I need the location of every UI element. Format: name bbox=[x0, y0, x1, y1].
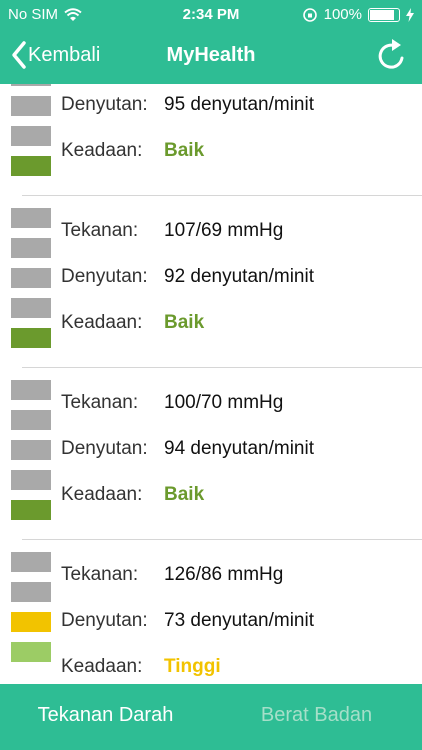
battery-icon bbox=[368, 7, 400, 22]
status-bars bbox=[11, 380, 51, 530]
level-bar bbox=[11, 500, 51, 520]
records-list[interactable]: Tekanan:100/73 mmHgDenyutan:95 denyutan/… bbox=[0, 84, 422, 684]
records-scroll: Tekanan:100/73 mmHgDenyutan:95 denyutan/… bbox=[0, 84, 422, 684]
level-bar bbox=[11, 238, 51, 258]
level-bar bbox=[11, 552, 51, 572]
level-bar bbox=[11, 642, 51, 662]
state-value: Baik bbox=[164, 140, 205, 161]
level-bar bbox=[11, 328, 51, 348]
state-row: Keadaan: Baik bbox=[61, 312, 204, 334]
pulse-row: Denyutan: 73 denyutan/minit bbox=[61, 610, 314, 632]
pulse-row: Denyutan: 95 denyutan/minit bbox=[61, 94, 314, 116]
pressure-value: 107/69 mmHg bbox=[164, 220, 284, 241]
state-row: Keadaan: Baik bbox=[61, 140, 204, 162]
state-label: Keadaan: bbox=[61, 484, 143, 505]
pulse-value: 92 denyutan/minit bbox=[164, 266, 314, 287]
page-title: MyHealth bbox=[166, 44, 256, 66]
pulse-value: 94 denyutan/minit bbox=[164, 438, 314, 459]
level-bar bbox=[11, 126, 51, 146]
level-bar bbox=[11, 156, 51, 176]
pulse-row: Denyutan: 92 denyutan/minit bbox=[61, 266, 314, 288]
pulse-row: Denyutan: 94 denyutan/minit bbox=[61, 438, 314, 460]
rotation-lock-icon bbox=[302, 7, 317, 22]
status-bars bbox=[11, 84, 51, 186]
state-row: Keadaan: Baik bbox=[61, 484, 204, 506]
level-bar bbox=[11, 208, 51, 228]
state-label: Keadaan: bbox=[61, 656, 143, 677]
record-item: Tekanan: 126/86 mmHg Denyutan: 73 denyutan/… bbox=[11, 540, 422, 684]
pulse-value: 95 denyutan/minit bbox=[164, 94, 314, 115]
state-label: Keadaan: bbox=[61, 140, 143, 161]
state-label: Keadaan: bbox=[61, 312, 143, 333]
pressure-row: Tekanan: 100/70 mmHg bbox=[61, 392, 283, 414]
pulse-label: Denyutan: bbox=[61, 610, 148, 631]
level-bar bbox=[11, 84, 51, 86]
nav-bar: Kembali MyHealth bbox=[0, 30, 422, 84]
pressure-value: 100/70 mmHg bbox=[164, 392, 284, 413]
pressure-label: Tekanan: bbox=[61, 220, 139, 241]
pressure-row: Tekanan: 126/86 mmHg bbox=[61, 564, 283, 586]
state-value: Tinggi bbox=[164, 656, 221, 677]
record-item: Tekanan:100/73 mmHgDenyutan:95 denyutan/… bbox=[11, 84, 422, 196]
tab-bar: Tekanan Darah Berat Badan bbox=[0, 684, 422, 750]
level-bar bbox=[11, 470, 51, 490]
status-bars bbox=[11, 552, 51, 672]
level-bar bbox=[11, 410, 51, 430]
level-bar bbox=[11, 612, 51, 632]
pulse-label: Denyutan: bbox=[61, 266, 148, 287]
pulse-value: 73 denyutan/minit bbox=[164, 610, 314, 631]
status-bar: No SIM 2:34 PM 100% bbox=[0, 0, 422, 30]
record-item: Tekanan: 107/69 mmHg Denyutan: 92 denyutan/… bbox=[11, 196, 422, 368]
refresh-icon[interactable] bbox=[372, 36, 412, 76]
battery-percent: 100% bbox=[323, 6, 362, 23]
level-bar bbox=[11, 96, 51, 116]
pulse-label: Denyutan: bbox=[61, 94, 148, 115]
pulse-label: Denyutan: bbox=[61, 438, 148, 459]
status-right: 100% bbox=[302, 6, 414, 23]
level-bar bbox=[11, 268, 51, 288]
state-row: Keadaan: Tinggi bbox=[61, 656, 221, 678]
level-bar bbox=[11, 298, 51, 318]
level-bar bbox=[11, 582, 51, 602]
charging-bolt-icon bbox=[406, 7, 414, 22]
battery-level bbox=[370, 9, 394, 20]
tab-weight[interactable]: Berat Badan bbox=[211, 704, 422, 727]
tab-blood-pressure[interactable]: Tekanan Darah bbox=[0, 704, 211, 727]
pressure-label: Tekanan: bbox=[61, 564, 139, 585]
state-value: Baik bbox=[164, 484, 205, 505]
status-bars bbox=[11, 208, 51, 358]
pressure-value: 126/86 mmHg bbox=[164, 564, 284, 585]
level-bar bbox=[11, 380, 51, 400]
pressure-row: Tekanan: 107/69 mmHg bbox=[61, 220, 283, 242]
level-bar bbox=[11, 440, 51, 460]
pressure-label: Tekanan: bbox=[61, 392, 139, 413]
record-item: Tekanan: 100/70 mmHg Denyutan: 94 denyutan/… bbox=[11, 368, 422, 540]
state-value: Baik bbox=[164, 312, 205, 333]
